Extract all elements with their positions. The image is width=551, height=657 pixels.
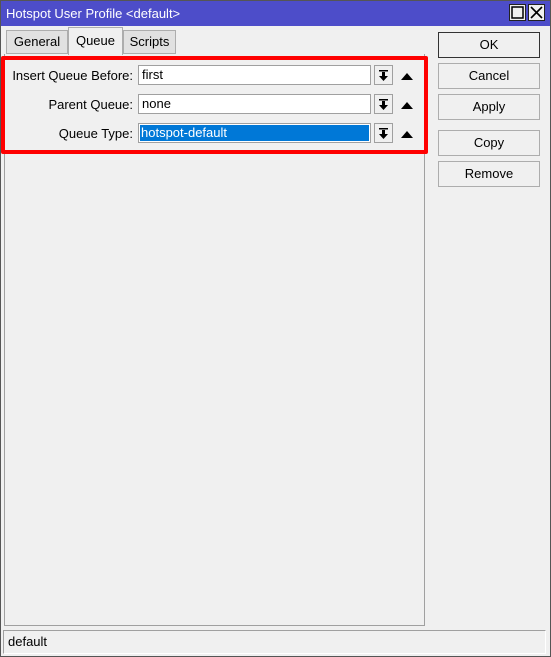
tab-queue[interactable]: Queue	[68, 27, 123, 55]
close-icon	[530, 6, 543, 19]
remove-button[interactable]: Remove	[438, 161, 540, 187]
window-title: Hotspot User Profile <default>	[6, 6, 181, 21]
highlight-annotation-box	[1, 56, 428, 154]
apply-button[interactable]: Apply	[438, 94, 540, 120]
close-button[interactable]	[528, 4, 545, 21]
copy-button[interactable]: Copy	[438, 130, 540, 156]
tab-scripts[interactable]: Scripts	[123, 30, 176, 54]
title-bar[interactable]: Hotspot User Profile <default>	[1, 1, 550, 26]
cancel-button[interactable]: Cancel	[438, 63, 540, 89]
status-bar: default	[3, 630, 546, 654]
maximize-icon	[511, 6, 524, 19]
ok-button[interactable]: OK	[438, 32, 540, 58]
maximize-button[interactable]	[509, 4, 526, 21]
tab-general[interactable]: General	[6, 30, 68, 54]
dialog-window: Hotspot User Profile <default> General S…	[0, 0, 551, 657]
